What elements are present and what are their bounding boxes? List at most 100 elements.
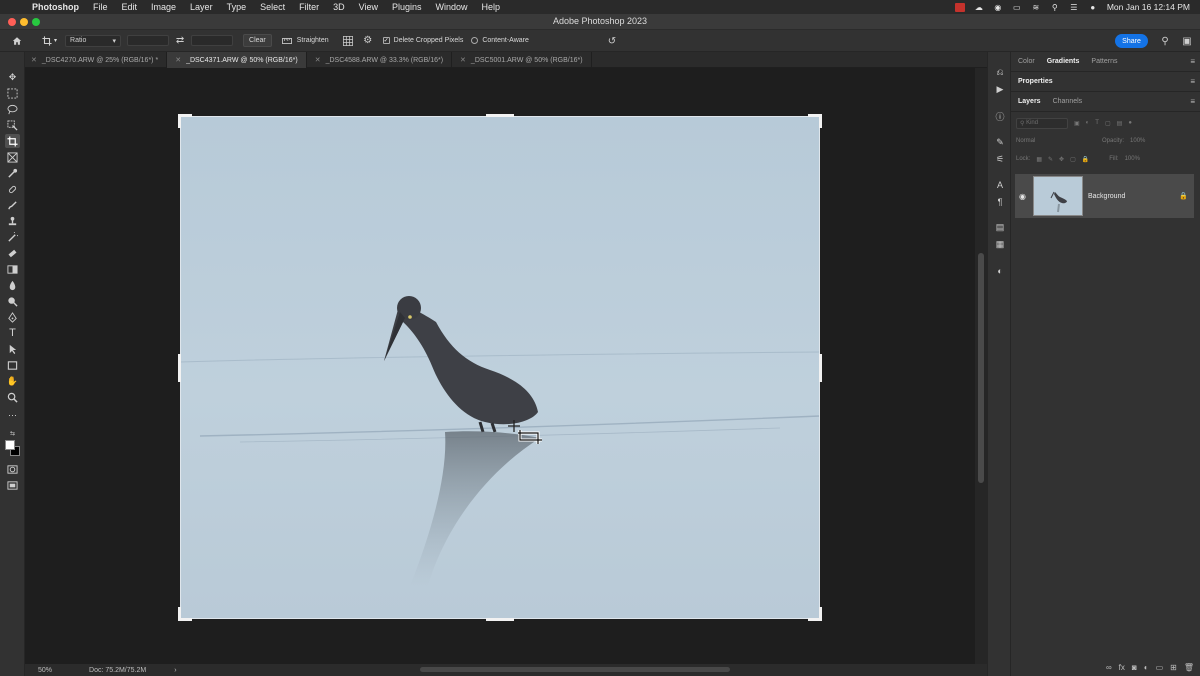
paragraph-panel-icon[interactable]: ¶ <box>993 195 1007 208</box>
crop-handle-bottom-right-v[interactable] <box>819 607 822 621</box>
close-icon[interactable]: ✕ <box>460 56 466 64</box>
filter-toggle-icon[interactable]: ● <box>1128 120 1132 126</box>
document-canvas[interactable] <box>25 68 975 664</box>
menu-help[interactable]: Help <box>475 2 508 12</box>
rectangle-tool-icon[interactable] <box>5 358 20 372</box>
menu-plugins[interactable]: Plugins <box>385 2 429 12</box>
menu-clock[interactable]: Mon Jan 16 12:14 PM <box>1107 2 1190 12</box>
lock-artboard-icon[interactable]: ▢ <box>1070 156 1076 163</box>
overlay-grid-icon[interactable] <box>341 34 355 48</box>
ratio-height-input[interactable] <box>191 35 234 46</box>
close-icon[interactable]: ✕ <box>31 56 37 64</box>
history-panel-icon[interactable]: ⎌ <box>993 66 1007 79</box>
crop-handle-bottom[interactable] <box>486 618 514 621</box>
crop-handle-right[interactable] <box>819 354 822 382</box>
filter-type-icon[interactable]: T <box>1095 120 1099 126</box>
fill-value[interactable]: 100% <box>1125 156 1140 162</box>
swap-dimensions-icon[interactable]: ⇄ <box>173 34 187 48</box>
battery-icon[interactable]: ▭ <box>1012 3 1022 12</box>
reset-crop-icon[interactable]: ↺ <box>605 34 619 48</box>
preset-chevron-icon[interactable]: ▾ <box>54 37 57 44</box>
opacity-value[interactable]: 100% <box>1130 138 1145 144</box>
horizontal-scroll-thumb[interactable] <box>420 667 730 672</box>
app-menu-photoshop[interactable]: Photoshop <box>24 2 86 12</box>
new-layer-icon[interactable]: ⊞ <box>1170 663 1177 672</box>
crop-handle-left[interactable] <box>178 354 181 382</box>
eraser-tool-icon[interactable] <box>5 246 20 260</box>
crop-handle-bottom-left-v[interactable] <box>178 607 181 621</box>
crop-handle-top-right-v[interactable] <box>819 114 822 128</box>
eyedropper-tool-icon[interactable] <box>5 166 20 180</box>
marquee-tool-icon[interactable] <box>5 86 20 100</box>
brush-tool-icon[interactable] <box>5 198 20 212</box>
clone-stamp-tool-icon[interactable] <box>5 214 20 228</box>
siri-icon[interactable]: ● <box>1088 3 1098 12</box>
blend-mode-select[interactable]: Normal <box>1016 138 1088 144</box>
tab-dsc4270[interactable]: ✕ _DSC4270.ARW @ 25% (RGB/16*) * <box>25 52 168 68</box>
dodge-tool-icon[interactable] <box>5 294 20 308</box>
tab-dsc4371[interactable]: ✕ _DSC4371.ARW @ 50% (RGB/16*) <box>167 52 307 68</box>
actions-play-icon[interactable]: ▶ <box>993 83 1007 96</box>
libraries-panel-icon[interactable]: ▤ <box>993 221 1007 234</box>
blur-tool-icon[interactable] <box>5 278 20 292</box>
frame-tool-icon[interactable] <box>5 150 20 164</box>
play-circle-icon[interactable]: ◉ <box>993 3 1003 12</box>
tab-gradients[interactable]: Gradients <box>1041 58 1086 65</box>
hand-tool-icon[interactable]: ✋ <box>5 374 20 388</box>
filter-smart-object-icon[interactable]: ▤ <box>1117 120 1123 127</box>
status-menu-arrow[interactable]: › <box>174 667 176 674</box>
lasso-tool-icon[interactable] <box>5 102 20 116</box>
menu-type[interactable]: Type <box>220 2 254 12</box>
pen-tool-icon[interactable] <box>5 310 20 324</box>
panel-menu-icon[interactable]: ≡ <box>1190 77 1195 86</box>
tab-color[interactable]: Color <box>1011 58 1041 65</box>
tab-patterns[interactable]: Patterns <box>1085 58 1123 65</box>
brushes-panel-icon[interactable]: ✎ <box>993 136 1007 149</box>
tab-layers[interactable]: Layers <box>1011 98 1047 105</box>
swap-colors-icon[interactable]: ⇆ <box>5 426 20 440</box>
menu-view[interactable]: View <box>352 2 385 12</box>
filter-shape-icon[interactable]: ▢ <box>1105 120 1111 127</box>
layer-kind-filter[interactable]: ⚲ Kind <box>1016 117 1068 129</box>
path-selection-tool-icon[interactable] <box>5 342 20 356</box>
layer-effects-icon[interactable]: fx <box>1119 663 1125 672</box>
lock-all-icon[interactable]: 🔒 <box>1082 156 1089 163</box>
character-panel-icon[interactable]: A <box>993 178 1007 191</box>
wifi-icon[interactable]: ≋ <box>1031 3 1041 12</box>
close-icon[interactable]: ✕ <box>175 56 181 64</box>
add-mask-icon[interactable]: ◙ <box>1132 663 1137 672</box>
quick-mask-icon[interactable] <box>5 462 20 476</box>
control-center-icon[interactable]: ☰ <box>1069 3 1079 12</box>
link-layers-icon[interactable]: ∞ <box>1106 663 1112 672</box>
panel-menu-icon[interactable]: ≡ <box>1190 97 1195 106</box>
more-tools-icon[interactable]: ⋯ <box>5 408 20 422</box>
new-group-icon[interactable]: ▭ <box>1156 663 1164 672</box>
object-selection-tool-icon[interactable] <box>5 118 20 132</box>
trash-icon[interactable]: 🗑 <box>1184 663 1194 672</box>
lock-image-icon[interactable]: ✎ <box>1048 156 1053 163</box>
gradient-tool-icon[interactable] <box>5 262 20 276</box>
adjustments-panel-icon[interactable]: ◐ <box>993 264 1007 277</box>
notes-panel-icon[interactable]: ▦ <box>993 238 1007 251</box>
crop-tool-preset-icon[interactable] <box>40 34 54 48</box>
menu-3d[interactable]: 3D <box>326 2 352 12</box>
heron-photo[interactable] <box>180 116 820 619</box>
foreground-color-swatch[interactable] <box>5 440 15 450</box>
straighten-label[interactable]: Straighten <box>297 37 329 44</box>
zoom-level[interactable]: 50% <box>38 667 52 674</box>
zoom-tool-icon[interactable] <box>5 390 20 404</box>
menu-file[interactable]: File <box>86 2 115 12</box>
menu-window[interactable]: Window <box>429 2 475 12</box>
ratio-width-input[interactable] <box>127 35 170 46</box>
vertical-scrollbar[interactable] <box>975 68 987 664</box>
filter-adjustment-icon[interactable]: ◐ <box>1086 120 1090 126</box>
delete-cropped-pixels-checkbox[interactable]: ✓ <box>382 37 390 44</box>
clear-button[interactable]: Clear <box>243 34 272 47</box>
tab-dsc4588[interactable]: ✕ _DSC4588.ARW @ 33.3% (RGB/16*) <box>307 52 453 68</box>
workspace-icon[interactable]: ▣ <box>1180 34 1194 48</box>
share-button[interactable]: Share <box>1115 34 1148 48</box>
crop-tool-icon[interactable] <box>5 134 20 148</box>
healing-brush-tool-icon[interactable] <box>5 182 20 196</box>
crop-handle-top[interactable] <box>486 114 514 117</box>
menu-edit[interactable]: Edit <box>115 2 145 12</box>
